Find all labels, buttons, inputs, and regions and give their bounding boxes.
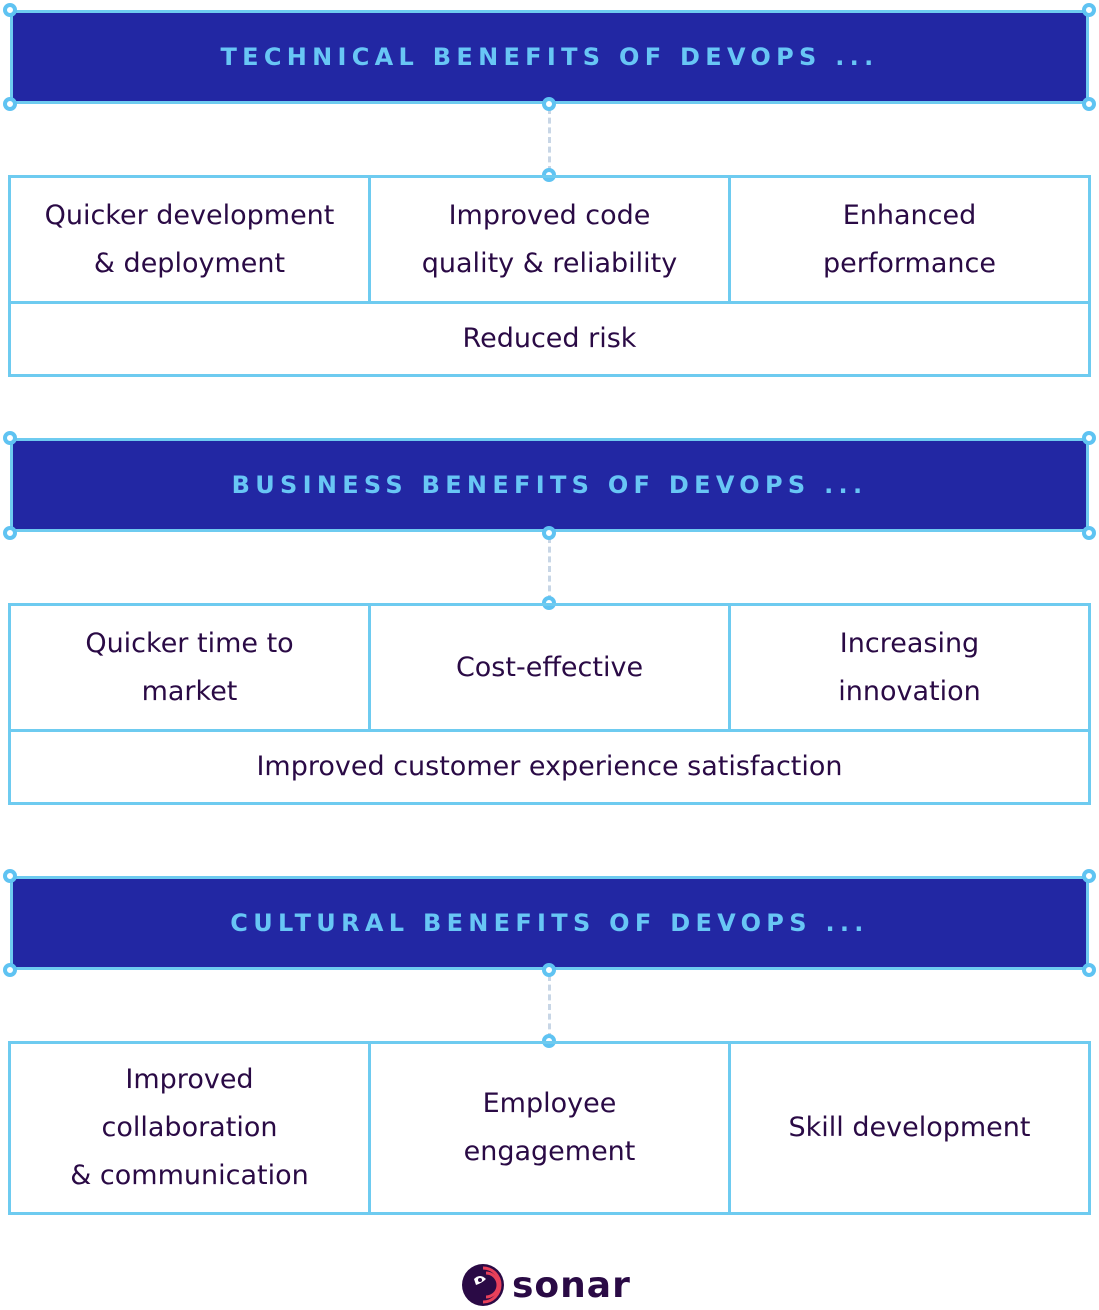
benefit-cell: Increasing innovation [728,606,1088,729]
benefit-label: Improved customer experience satisfactio… [256,751,843,782]
corner-node-icon [3,526,17,540]
benefit-label: Enhanced performance [823,199,996,279]
benefit-cell: Skill development [728,1044,1088,1212]
benefit-label: Increasing innovation [838,627,981,707]
sonar-logo: sonar [460,1262,631,1308]
benefit-cell-wide: Reduced risk [11,304,1088,374]
corner-node-icon [1082,526,1096,540]
technical-benefits-grid: Quicker development & deployment Improve… [8,175,1091,377]
corner-node-icon [3,3,17,17]
sonar-logo-icon [462,1264,504,1306]
benefit-label: Improved collaboration & communication [70,1064,309,1191]
connector-line [548,108,551,172]
corner-node-icon [1082,431,1096,445]
technical-benefits-header: TECHNICAL BENEFITS OF DEVOPS ... [10,10,1089,104]
corner-node-icon [3,97,17,111]
corner-node-icon [3,963,17,977]
corner-node-icon [1082,97,1096,111]
cultural-benefits-header: CULTURAL BENEFITS OF DEVOPS ... [10,876,1089,970]
section-title: CULTURAL BENEFITS OF DEVOPS ... [230,909,869,937]
benefit-label: Cost-effective [455,651,644,683]
benefit-cell: Improved code quality & reliability [368,178,728,301]
logo-text: sonar [512,1264,631,1306]
business-benefits-grid: Quicker time to market Cost-effective In… [8,603,1091,805]
connector-node-icon [542,526,556,540]
benefit-label: Improved code quality & reliability [421,199,678,279]
corner-node-icon [3,431,17,445]
corner-node-icon [3,869,17,883]
benefit-cell: Enhanced performance [728,178,1088,301]
corner-node-icon [1082,3,1096,17]
connector-node-icon [542,97,556,111]
corner-node-icon [1082,963,1096,977]
business-benefits-header: BUSINESS BENEFITS OF DEVOPS ... [10,438,1089,532]
connector-line [548,537,551,601]
benefit-label: Quicker development & deployment [44,199,335,279]
benefit-label: Reduced risk [462,323,637,354]
benefit-cell-wide: Improved customer experience satisfactio… [11,732,1088,802]
benefit-label: Employee engagement [463,1088,636,1167]
benefit-cell: Quicker time to market [11,606,368,729]
benefit-cell: Improved collaboration & communication [11,1044,368,1212]
section-title: BUSINESS BENEFITS OF DEVOPS ... [231,471,868,499]
connector-node-icon [542,963,556,977]
benefit-cell: Cost-effective [368,606,728,729]
corner-node-icon [1082,869,1096,883]
benefit-label: Skill development [788,1112,1031,1143]
benefit-cell: Quicker development & deployment [11,178,368,301]
section-title: TECHNICAL BENEFITS OF DEVOPS ... [220,43,879,71]
benefit-cell: Employee engagement [368,1044,728,1212]
benefit-label: Quicker time to market [85,627,294,707]
connector-line [548,975,551,1039]
cultural-benefits-grid: Improved collaboration & communication E… [8,1041,1091,1215]
